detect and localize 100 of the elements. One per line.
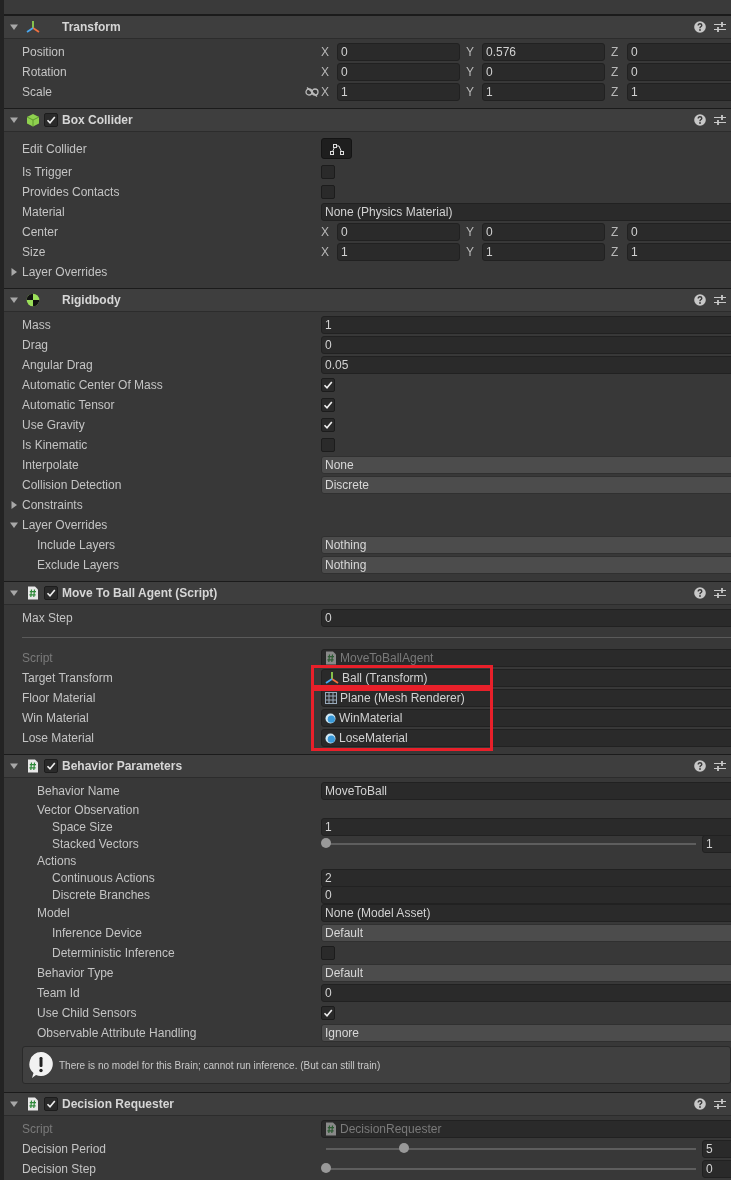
object-field[interactable]: None (Model Asset) bbox=[321, 904, 731, 922]
sphere-icon bbox=[325, 732, 336, 744]
checkbox[interactable] bbox=[321, 165, 335, 179]
help-icon[interactable] bbox=[694, 760, 706, 772]
number-field[interactable]: 0.576 bbox=[482, 43, 605, 61]
script-icon bbox=[27, 586, 39, 600]
text-field[interactable]: MoveToBall bbox=[321, 782, 731, 800]
number-field[interactable]: 0 bbox=[482, 63, 605, 81]
number-field[interactable]: 1 bbox=[482, 83, 605, 101]
checkbox[interactable] bbox=[321, 185, 335, 199]
axis-label: X bbox=[321, 65, 330, 79]
component-header[interactable]: Decision Requester bbox=[4, 1092, 731, 1116]
dropdown[interactable]: Ignore bbox=[321, 1024, 731, 1042]
checkbox[interactable] bbox=[321, 418, 335, 432]
number-field[interactable]: 0 bbox=[337, 63, 460, 81]
script-icon bbox=[325, 1122, 337, 1136]
checkbox[interactable] bbox=[44, 759, 58, 773]
object-field[interactable]: None (Physics Material) bbox=[321, 203, 731, 221]
preset-icon[interactable] bbox=[714, 21, 726, 33]
property-label: Inference Device bbox=[52, 926, 143, 940]
fold-arrow-icon[interactable] bbox=[9, 295, 19, 305]
number-field[interactable]: 0 bbox=[702, 1160, 731, 1178]
help-icon[interactable] bbox=[694, 21, 706, 33]
fold-arrow-icon[interactable] bbox=[9, 22, 19, 32]
fold-arrow-icon[interactable] bbox=[9, 588, 19, 598]
help-icon[interactable] bbox=[694, 1098, 706, 1110]
number-field[interactable]: 0 bbox=[627, 63, 731, 81]
fold-arrow-icon[interactable] bbox=[9, 520, 19, 530]
unlinked-icon[interactable] bbox=[305, 87, 319, 97]
help-icon[interactable] bbox=[694, 294, 706, 306]
checkbox[interactable] bbox=[44, 1097, 58, 1111]
preset-icon[interactable] bbox=[714, 587, 726, 599]
edit-collider-button[interactable] bbox=[321, 138, 352, 159]
number-field[interactable]: 0 bbox=[627, 223, 731, 241]
dropdown[interactable]: Default bbox=[321, 924, 731, 942]
number-field[interactable]: 5 bbox=[702, 1140, 731, 1158]
checkbox[interactable] bbox=[321, 946, 335, 960]
component-title: Rigidbody bbox=[62, 293, 122, 307]
fold-arrow-icon[interactable] bbox=[9, 115, 19, 125]
component-header[interactable]: Move To Ball Agent (Script) bbox=[4, 581, 731, 605]
dropdown[interactable]: Discrete bbox=[321, 476, 731, 494]
number-field[interactable]: 1 bbox=[337, 243, 460, 261]
number-field[interactable]: 1 bbox=[482, 243, 605, 261]
fold-arrow-icon[interactable] bbox=[9, 761, 19, 771]
property-label: Model bbox=[37, 906, 70, 920]
property-label: Vector Observation bbox=[37, 802, 140, 817]
dropdown[interactable]: None bbox=[321, 456, 731, 474]
object-field[interactable]: LoseMaterial bbox=[321, 729, 731, 747]
preset-icon[interactable] bbox=[714, 294, 726, 306]
object-field[interactable]: Ball (Transform) bbox=[321, 669, 731, 687]
slider-thumb[interactable] bbox=[398, 1143, 409, 1153]
number-field[interactable]: 0 bbox=[337, 223, 460, 241]
property-label: Stacked Vectors bbox=[52, 836, 139, 851]
text-field[interactable]: 0 bbox=[321, 609, 731, 627]
text-field[interactable]: 0.05 bbox=[321, 356, 731, 374]
property-label: Decision Step bbox=[22, 1162, 97, 1176]
text-field[interactable]: 1 bbox=[321, 817, 731, 836]
property-label: Rotation bbox=[22, 65, 67, 79]
property-label: Continuous Actions bbox=[52, 870, 155, 885]
fold-arrow-icon[interactable] bbox=[9, 500, 19, 510]
property-label: Exclude Layers bbox=[37, 558, 120, 572]
object-field[interactable]: Plane (Mesh Renderer) bbox=[321, 689, 731, 707]
axis-label: X bbox=[321, 245, 330, 259]
checkbox[interactable] bbox=[321, 1006, 335, 1020]
component-header[interactable]: Transform bbox=[4, 15, 731, 39]
preset-icon[interactable] bbox=[714, 114, 726, 126]
dropdown[interactable]: Default bbox=[321, 964, 731, 982]
slider-thumb[interactable] bbox=[321, 1163, 331, 1173]
property-label: Automatic Center Of Mass bbox=[22, 378, 163, 392]
sphere-icon bbox=[325, 712, 336, 724]
number-field[interactable]: 1 bbox=[627, 83, 731, 101]
text-field[interactable]: 0 bbox=[321, 984, 731, 1002]
checkbox[interactable] bbox=[321, 438, 335, 452]
preset-icon[interactable] bbox=[714, 1098, 726, 1110]
checkbox[interactable] bbox=[44, 586, 58, 600]
property-label: Behavior Name bbox=[37, 784, 120, 798]
text-field[interactable]: 0 bbox=[321, 336, 731, 354]
text-field[interactable]: 2 bbox=[321, 868, 731, 887]
slider-thumb[interactable] bbox=[321, 837, 331, 848]
number-field[interactable]: 1 bbox=[627, 243, 731, 261]
checkbox[interactable] bbox=[44, 113, 58, 127]
dropdown[interactable]: Nothing bbox=[321, 536, 731, 554]
component-header[interactable]: Rigidbody bbox=[4, 288, 731, 312]
number-field[interactable]: 0 bbox=[482, 223, 605, 241]
preset-icon[interactable] bbox=[714, 760, 726, 772]
warning-bubble-icon bbox=[28, 1051, 54, 1079]
fold-arrow-icon[interactable] bbox=[9, 267, 19, 277]
help-icon[interactable] bbox=[694, 114, 706, 126]
dropdown[interactable]: Nothing bbox=[321, 556, 731, 574]
number-field[interactable]: 0 bbox=[627, 43, 731, 61]
number-field[interactable]: 0 bbox=[337, 43, 460, 61]
text-field[interactable]: 1 bbox=[321, 316, 731, 334]
component-header[interactable]: Behavior Parameters bbox=[4, 754, 731, 778]
help-icon[interactable] bbox=[694, 587, 706, 599]
fold-arrow-icon[interactable] bbox=[9, 1099, 19, 1109]
checkbox[interactable] bbox=[321, 378, 335, 392]
component-header[interactable]: Box Collider bbox=[4, 108, 731, 132]
object-field[interactable]: WinMaterial bbox=[321, 709, 731, 727]
checkbox[interactable] bbox=[321, 398, 335, 412]
number-field[interactable]: 1 bbox=[337, 83, 460, 101]
